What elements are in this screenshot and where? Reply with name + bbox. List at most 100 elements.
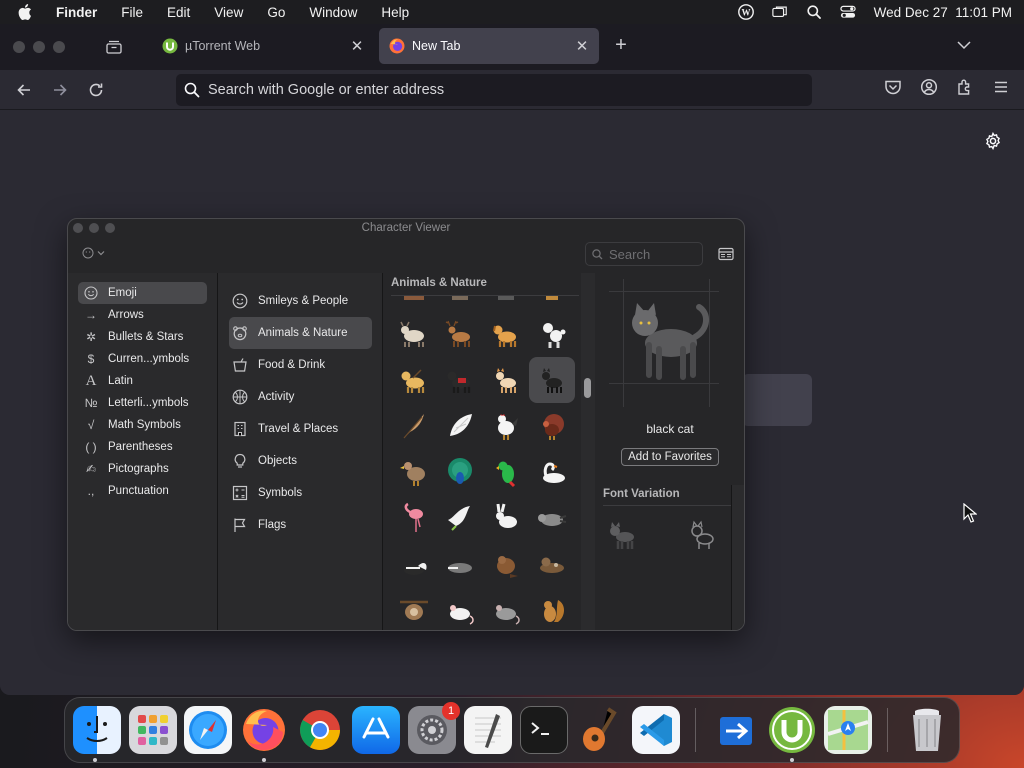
finder-icon[interactable] bbox=[73, 706, 121, 754]
emoji-cell[interactable] bbox=[391, 311, 437, 357]
category-emoji[interactable]: Emoji bbox=[78, 282, 207, 304]
url-bar[interactable] bbox=[176, 74, 812, 106]
extensions-puzzle-icon[interactable] bbox=[956, 78, 974, 96]
migration-assistant-icon[interactable] bbox=[712, 706, 760, 754]
scrollbar-thumb[interactable] bbox=[584, 378, 591, 398]
app-store-icon[interactable] bbox=[352, 706, 400, 754]
cv-close-button[interactable] bbox=[73, 223, 83, 233]
hamburger-menu-icon[interactable] bbox=[992, 78, 1010, 96]
spotlight-search-icon[interactable] bbox=[806, 4, 822, 20]
zoom-window-button[interactable] bbox=[53, 41, 65, 53]
maps-icon[interactable] bbox=[824, 706, 872, 754]
emoji-cell[interactable] bbox=[529, 449, 575, 495]
emoji-grid-scrollbar[interactable] bbox=[581, 273, 595, 630]
subcategory-animals-nature[interactable]: Animals & Nature bbox=[229, 317, 372, 349]
character-info-toggle-icon[interactable] bbox=[718, 247, 734, 261]
font-variation-scrollbar[interactable] bbox=[731, 485, 744, 630]
screens-icon[interactable] bbox=[771, 4, 788, 20]
emoji-cell[interactable] bbox=[529, 311, 575, 357]
forward-arrow-icon[interactable] bbox=[48, 78, 72, 102]
emoji-cell[interactable] bbox=[483, 357, 529, 403]
trash-icon[interactable] bbox=[903, 706, 951, 754]
add-to-favorites-button[interactable]: Add to Favorites bbox=[621, 448, 719, 466]
shortcut-tile[interactable] bbox=[742, 374, 812, 426]
emoji-cell[interactable] bbox=[437, 311, 483, 357]
close-tab-icon[interactable]: ✕ bbox=[575, 38, 589, 55]
emoji-cell[interactable] bbox=[437, 495, 483, 541]
cv-minimize-button[interactable] bbox=[89, 223, 99, 233]
subcategory-smileys-people[interactable]: Smileys & People bbox=[229, 285, 372, 317]
emoji-cell[interactable] bbox=[391, 449, 437, 495]
category-parentheses[interactable]: ( ) Parentheses bbox=[78, 436, 207, 458]
chrome-icon[interactable] bbox=[296, 706, 344, 754]
subcategory-food-drink[interactable]: Food & Drink bbox=[229, 349, 372, 381]
back-arrow-icon[interactable] bbox=[12, 78, 36, 102]
launchpad-icon[interactable] bbox=[129, 706, 177, 754]
gear-icon[interactable] bbox=[984, 132, 1002, 150]
new-tab-plus-icon[interactable]: + bbox=[612, 35, 630, 55]
emoji-cell[interactable] bbox=[391, 357, 437, 403]
account-icon[interactable] bbox=[920, 78, 938, 96]
safari-icon[interactable] bbox=[184, 706, 232, 754]
emoji-cell[interactable] bbox=[529, 541, 575, 587]
cv-zoom-button[interactable] bbox=[105, 223, 115, 233]
wordpress-icon[interactable]: W bbox=[737, 4, 754, 20]
firefox-icon[interactable] bbox=[240, 706, 288, 754]
subcategory-flags[interactable]: Flags bbox=[229, 509, 372, 541]
category-arrows[interactable]: → Arrows bbox=[78, 304, 207, 326]
emoji-cell[interactable] bbox=[437, 357, 483, 403]
close-window-button[interactable] bbox=[13, 41, 25, 53]
emoji-cell[interactable] bbox=[483, 495, 529, 541]
menu-window[interactable]: Window bbox=[309, 5, 357, 20]
emoji-cell[interactable] bbox=[391, 541, 437, 587]
menu-file[interactable]: File bbox=[121, 5, 143, 20]
cat-outline-variant-icon[interactable] bbox=[685, 519, 719, 553]
list-all-tabs-chevron-icon[interactable] bbox=[956, 37, 974, 55]
tab-utorrent-web[interactable]: µTorrent Web ✕ bbox=[152, 28, 374, 64]
terminal-icon[interactable] bbox=[520, 706, 568, 754]
control-center-icon[interactable] bbox=[840, 4, 856, 20]
category-pictographs[interactable]: ✍ Pictographs bbox=[78, 458, 207, 480]
menu-edit[interactable]: Edit bbox=[167, 5, 190, 20]
emoji-cell[interactable] bbox=[483, 541, 529, 587]
emoji-cell[interactable] bbox=[437, 541, 483, 587]
subcategory-travel-places[interactable]: Travel & Places bbox=[229, 413, 372, 445]
apple-icon[interactable] bbox=[18, 4, 32, 20]
emoji-cell[interactable] bbox=[529, 587, 575, 630]
emoji-cell[interactable] bbox=[483, 311, 529, 357]
utorrent-icon[interactable] bbox=[768, 706, 816, 754]
textedit-icon[interactable] bbox=[464, 706, 512, 754]
cv-action-menu-button[interactable] bbox=[82, 247, 105, 259]
menubar-clock[interactable]: Wed Dec 27 11:01 PM bbox=[874, 5, 1012, 20]
category-punctuation[interactable]: ., Punctuation bbox=[78, 480, 207, 502]
emoji-cell[interactable] bbox=[483, 587, 529, 630]
garageband-icon[interactable] bbox=[576, 706, 624, 754]
category-bullets-stars[interactable]: ✲ Bullets & Stars bbox=[78, 326, 207, 348]
system-settings-icon[interactable]: 1 bbox=[408, 702, 460, 754]
cv-search-field[interactable]: Search bbox=[585, 242, 703, 266]
emoji-cell[interactable] bbox=[437, 449, 483, 495]
category-latin[interactable]: A Latin bbox=[78, 370, 207, 392]
emoji-cell[interactable] bbox=[437, 403, 483, 449]
black-cat-variant-icon[interactable] bbox=[605, 519, 639, 553]
emoji-cell[interactable] bbox=[391, 403, 437, 449]
url-input[interactable] bbox=[208, 82, 812, 98]
firefox-view-button[interactable] bbox=[101, 34, 127, 60]
menu-view[interactable]: View bbox=[214, 5, 243, 20]
emoji-cell[interactable] bbox=[437, 587, 483, 630]
subcategory-objects[interactable]: Objects bbox=[229, 445, 372, 477]
pocket-icon[interactable] bbox=[884, 78, 902, 96]
reload-icon[interactable] bbox=[84, 78, 108, 102]
category-letterlike-symbols[interactable]: № Letterli...ymbols bbox=[78, 392, 207, 414]
subcategory-symbols[interactable]: Symbols bbox=[229, 477, 372, 509]
close-tab-icon[interactable]: ✕ bbox=[350, 38, 364, 55]
emoji-cell[interactable] bbox=[529, 403, 575, 449]
emoji-cell-selected[interactable] bbox=[529, 357, 575, 403]
subcategory-activity[interactable]: Activity bbox=[229, 381, 372, 413]
emoji-cell[interactable] bbox=[529, 495, 575, 541]
menu-go[interactable]: Go bbox=[267, 5, 285, 20]
menu-app-name[interactable]: Finder bbox=[56, 5, 97, 20]
emoji-cell[interactable] bbox=[391, 495, 437, 541]
emoji-cell[interactable] bbox=[483, 449, 529, 495]
menu-help[interactable]: Help bbox=[381, 5, 409, 20]
